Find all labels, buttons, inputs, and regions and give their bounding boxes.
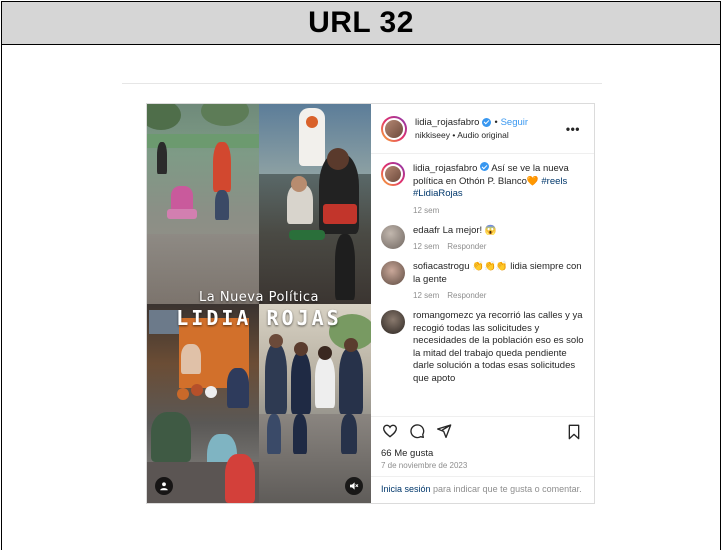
- post-actions-bar: [371, 416, 594, 444]
- bookmark-icon[interactable]: [565, 423, 582, 440]
- reply-button[interactable]: Responder: [447, 291, 486, 300]
- login-prompt-text: para indicar que te gusta o comentar.: [430, 484, 582, 494]
- header-separator: •: [494, 116, 498, 127]
- comment-username[interactable]: sofiacastrogu: [413, 261, 470, 272]
- caption-author-avatar[interactable]: [381, 162, 405, 186]
- paper-plane-icon[interactable]: [435, 422, 452, 439]
- comment-row: edaafr La mejor! 😱 12 sem Responder: [381, 224, 584, 251]
- user-tag-icon[interactable]: [155, 477, 173, 495]
- comment-text: La mejor! 😱: [442, 224, 497, 236]
- caption-time: 12 sem: [413, 205, 440, 215]
- comment-row: sofiacastrogu 👏👏👏 lidia siempre con la g…: [381, 261, 584, 300]
- caption-username[interactable]: lidia_rojasfabro: [413, 163, 477, 174]
- author-avatar[interactable]: [381, 115, 407, 142]
- comment-username[interactable]: romangomezc: [413, 310, 473, 321]
- comments-list[interactable]: lidia_rojasfabro Así se ve la nueva polí…: [371, 154, 594, 416]
- post-side-panel: lidia_rojasfabro • Seguir nikkiseey • Au…: [371, 104, 594, 503]
- post-date: 7 de noviembre de 2023: [381, 461, 468, 470]
- login-prompt: Inicia sesión para indicar que te gusta …: [371, 476, 594, 503]
- commenter-avatar[interactable]: [381, 261, 405, 285]
- audio-info[interactable]: nikkiseey • Audio original: [415, 129, 528, 142]
- page-frame: URL 32 La Nueva Política LIDIA ROJAS lid…: [1, 1, 721, 550]
- follow-button[interactable]: Seguir: [501, 116, 528, 129]
- post-media-video[interactable]: La Nueva Política LIDIA ROJAS: [147, 104, 371, 503]
- comment-row: romangomezc ya recorrió las calles y ya …: [381, 310, 584, 385]
- video-overlay-subtitle: La Nueva Política: [199, 290, 319, 305]
- media-collage-quadrant-event: [259, 104, 371, 304]
- comment-time: 12 sem: [413, 291, 440, 300]
- commenter-avatar[interactable]: [381, 310, 405, 334]
- audio-owner: nikkiseey: [415, 129, 450, 140]
- instagram-post-embed: La Nueva Política LIDIA ROJAS lidia_roja…: [146, 103, 595, 504]
- heart-icon[interactable]: [381, 422, 398, 439]
- media-collage-quadrant-park: [147, 104, 259, 304]
- page-title: URL 32: [308, 6, 414, 39]
- login-link[interactable]: Inicia sesión: [381, 484, 431, 494]
- media-collage-quadrant-group: [259, 304, 371, 503]
- commenter-avatar[interactable]: [381, 224, 405, 249]
- media-collage-quadrant-home: [147, 304, 259, 503]
- reply-button[interactable]: Responder: [447, 242, 486, 251]
- audio-label: Audio original: [457, 129, 509, 140]
- muted-speaker-icon[interactable]: [345, 477, 363, 495]
- verified-badge-icon: [482, 117, 492, 127]
- heart-emoji: 🧡: [526, 175, 539, 187]
- caption-row: lidia_rojasfabro Así se ve la nueva polí…: [381, 162, 584, 215]
- verified-badge-icon: [480, 162, 490, 171]
- comment-time: 12 sem: [413, 242, 440, 251]
- comment-bubble-icon[interactable]: [408, 422, 425, 439]
- audio-separator: •: [452, 129, 456, 140]
- comment-username[interactable]: edaafr: [413, 225, 440, 236]
- likes-count[interactable]: 66 Me gusta: [371, 444, 594, 459]
- video-overlay-title: LIDIA ROJAS: [176, 306, 342, 330]
- more-options-icon[interactable]: •••: [566, 122, 580, 136]
- url-header: URL 32: [2, 2, 720, 45]
- top-divider: [122, 83, 602, 84]
- author-username[interactable]: lidia_rojasfabro: [415, 116, 479, 129]
- comment-text: ya recorrió las calles y ya recogió toda…: [413, 310, 584, 384]
- post-header: lidia_rojasfabro • Seguir nikkiseey • Au…: [371, 104, 594, 154]
